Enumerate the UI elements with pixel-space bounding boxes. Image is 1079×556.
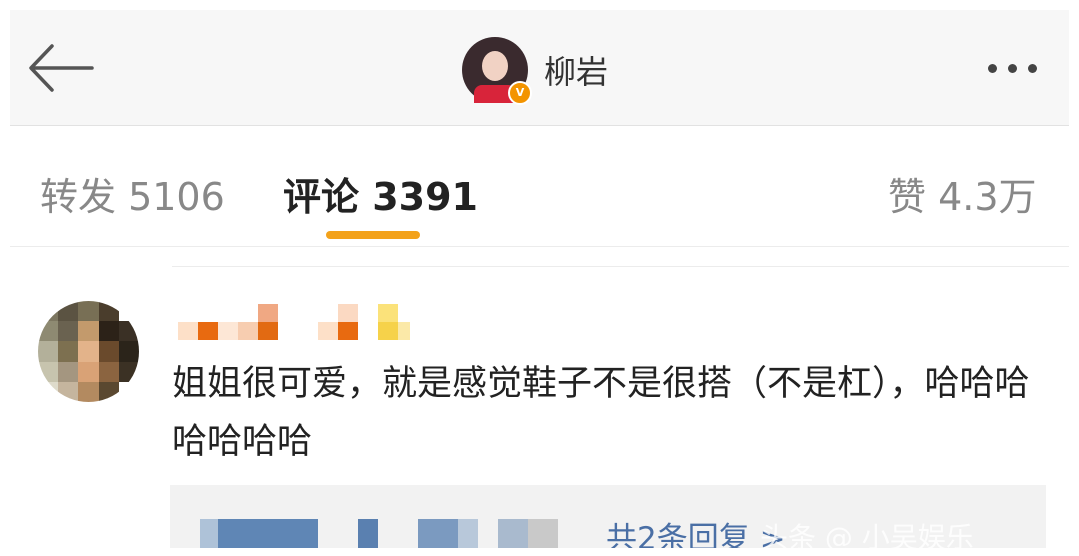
more-dots-icon bbox=[1008, 64, 1017, 73]
more-button[interactable] bbox=[988, 58, 1052, 80]
divider bbox=[10, 246, 1069, 247]
tab-comments[interactable]: 评论 3391 bbox=[283, 166, 478, 221]
profile-header[interactable]: V 柳岩 bbox=[462, 35, 608, 105]
commenter-name[interactable] bbox=[178, 304, 418, 342]
tab-likes[interactable]: 赞 4.3万 bbox=[888, 166, 1037, 221]
more-dots-icon bbox=[988, 64, 997, 73]
avatar[interactable]: V bbox=[462, 37, 532, 105]
user-name[interactable]: 柳岩 bbox=[544, 47, 608, 93]
active-tab-indicator bbox=[326, 231, 420, 239]
avatar-face bbox=[482, 51, 508, 81]
watermark: 头条 @ 小吴娱乐 bbox=[760, 521, 974, 554]
more-dots-icon bbox=[1028, 64, 1037, 73]
commenter-avatar[interactable] bbox=[38, 301, 139, 402]
view-replies-link[interactable]: 共2条回复 > bbox=[606, 513, 786, 548]
tab-bar: 转发 5106 评论 3391 赞 4.3万 bbox=[0, 126, 1079, 246]
verified-badge-icon: V bbox=[508, 81, 532, 105]
divider bbox=[172, 266, 1069, 267]
top-bar: V 柳岩 bbox=[10, 10, 1069, 126]
back-button[interactable] bbox=[26, 40, 96, 96]
back-arrow-icon bbox=[29, 44, 94, 92]
comment-text: 姐姐很可爱，就是感觉鞋子不是很搭（不是杠），哈哈哈哈哈哈哈 bbox=[172, 364, 1030, 462]
tab-reposts[interactable]: 转发 5106 bbox=[40, 166, 225, 221]
